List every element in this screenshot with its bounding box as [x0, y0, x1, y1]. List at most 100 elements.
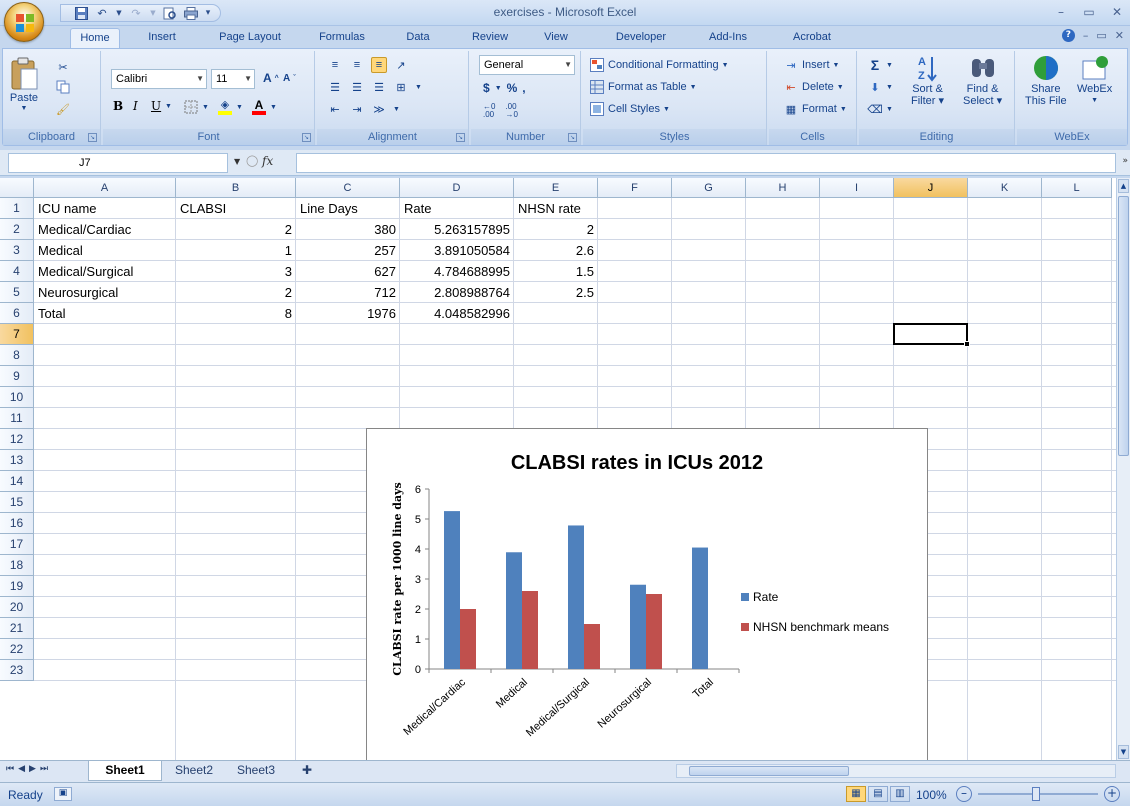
- tab-developer[interactable]: Developer: [604, 28, 678, 48]
- align-center-icon[interactable]: ☰: [349, 79, 365, 95]
- column-header-g[interactable]: G: [672, 178, 746, 198]
- align-bottom-icon[interactable]: ≡: [371, 57, 387, 73]
- italic-button[interactable]: I: [133, 99, 138, 113]
- minimize-icon[interactable]: –: [1052, 3, 1070, 21]
- row-header-17[interactable]: 17: [0, 534, 34, 555]
- autosum-button[interactable]: Σ ▼: [867, 57, 893, 73]
- copy-button[interactable]: [55, 79, 71, 95]
- increase-indent-icon[interactable]: ⇥: [349, 101, 365, 117]
- tab-formulas[interactable]: Formulas: [314, 28, 370, 48]
- help-icon[interactable]: ?: [1061, 29, 1075, 42]
- cell-d1[interactable]: Rate: [400, 198, 514, 219]
- row-header-19[interactable]: 19: [0, 576, 34, 597]
- sheet-tab-sheet1[interactable]: Sheet1: [88, 761, 162, 781]
- cell-d4[interactable]: 4.784688995: [400, 261, 514, 282]
- maximize-icon[interactable]: ▭: [1080, 3, 1098, 21]
- increase-decimal-button[interactable]: ←0.00: [483, 103, 495, 119]
- cell-c1[interactable]: Line Days: [296, 198, 400, 219]
- select-all-corner[interactable]: [0, 178, 34, 198]
- zoom-out-icon[interactable]: –: [956, 786, 972, 802]
- scroll-down-icon[interactable]: ▼: [1118, 745, 1129, 759]
- decrease-decimal-button[interactable]: .00 →0: [505, 103, 517, 119]
- row-header-11[interactable]: 11: [0, 408, 34, 429]
- column-header-i[interactable]: I: [820, 178, 894, 198]
- alignment-launcher-icon[interactable]: ↘: [456, 133, 465, 142]
- font-launcher-icon[interactable]: ↘: [302, 133, 311, 142]
- row-header-16[interactable]: 16: [0, 513, 34, 534]
- sheet-tab-sheet3[interactable]: Sheet3: [226, 761, 286, 781]
- row-header-7[interactable]: 7: [0, 324, 34, 345]
- cell-b3[interactable]: 1: [176, 240, 296, 261]
- clipboard-launcher-icon[interactable]: ↘: [88, 133, 97, 142]
- page-layout-view-icon[interactable]: ▤: [868, 786, 888, 802]
- row-header-2[interactable]: 2: [0, 219, 34, 240]
- cell-a4[interactable]: Medical/Surgical: [34, 261, 176, 282]
- paste-button[interactable]: Paste ▼: [9, 57, 39, 112]
- decrease-indent-icon[interactable]: ⇤: [327, 101, 343, 117]
- zoom-level[interactable]: 100%: [916, 788, 947, 802]
- vertical-scrollbar[interactable]: ▲ ▼: [1116, 178, 1130, 760]
- row-header-8[interactable]: 8: [0, 345, 34, 366]
- align-top-icon[interactable]: ≡: [327, 57, 343, 73]
- column-header-j[interactable]: J: [894, 178, 968, 198]
- formula-input[interactable]: [296, 153, 1116, 173]
- bold-button[interactable]: B: [113, 99, 123, 113]
- cell-b4[interactable]: 3: [176, 261, 296, 282]
- cell-d5[interactable]: 2.808988764: [400, 282, 514, 303]
- insert-sheet-icon[interactable]: ✚: [290, 761, 324, 781]
- scroll-up-icon[interactable]: ▲: [1118, 179, 1129, 193]
- tab-view[interactable]: View: [536, 28, 576, 48]
- borders-button[interactable]: ▼: [183, 99, 209, 115]
- column-header-l[interactable]: L: [1042, 178, 1112, 198]
- cell-a6[interactable]: Total: [34, 303, 176, 324]
- column-header-d[interactable]: D: [400, 178, 514, 198]
- row-header-10[interactable]: 10: [0, 387, 34, 408]
- vertical-scroll-thumb[interactable]: [1118, 196, 1129, 456]
- fill-color-button[interactable]: ◈ ▼: [217, 99, 243, 115]
- underline-dropdown-icon[interactable]: ▼: [165, 103, 172, 110]
- cell-a5[interactable]: Neurosurgical: [34, 282, 176, 303]
- name-box-dropdown-icon[interactable]: ▼: [234, 157, 240, 166]
- cell-c3[interactable]: 257: [296, 240, 400, 261]
- column-header-f[interactable]: F: [598, 178, 672, 198]
- currency-button[interactable]: $: [483, 81, 490, 95]
- cell-c6[interactable]: 1976: [296, 303, 400, 324]
- cell-b2[interactable]: 2: [176, 219, 296, 240]
- tab-insert[interactable]: Insert: [140, 28, 184, 48]
- row-header-9[interactable]: 9: [0, 366, 34, 387]
- cell-styles-button[interactable]: Cell Styles ▼: [589, 101, 670, 117]
- cell-e2[interactable]: 2: [514, 219, 598, 240]
- macro-record-icon[interactable]: ▣: [54, 787, 72, 801]
- underline-button[interactable]: U: [151, 99, 161, 113]
- minimize-workbook-icon[interactable]: –: [1083, 29, 1089, 42]
- row-header-22[interactable]: 22: [0, 639, 34, 660]
- number-format-select[interactable]: General ▼: [479, 55, 575, 75]
- row-header-1[interactable]: 1: [0, 198, 34, 219]
- row-header-5[interactable]: 5: [0, 282, 34, 303]
- cell-d3[interactable]: 3.891050584: [400, 240, 514, 261]
- comma-button[interactable]: ,: [522, 81, 525, 95]
- cut-button[interactable]: ✂: [55, 59, 71, 75]
- zoom-slider-thumb[interactable]: [1032, 787, 1040, 801]
- format-cells-button[interactable]: ▦ Format ▼: [783, 101, 847, 117]
- clear-button[interactable]: ⌫ ▼: [867, 101, 893, 117]
- cell-a3[interactable]: Medical: [34, 240, 176, 261]
- cell-b5[interactable]: 2: [176, 282, 296, 303]
- column-header-e[interactable]: E: [514, 178, 598, 198]
- close-icon[interactable]: ✕: [1108, 3, 1126, 21]
- column-header-b[interactable]: B: [176, 178, 296, 198]
- cell-e3[interactable]: 2.6: [514, 240, 598, 261]
- cell-e1[interactable]: NHSN rate: [514, 198, 598, 219]
- cell-e5[interactable]: 2.5: [514, 282, 598, 303]
- row-header-18[interactable]: 18: [0, 555, 34, 576]
- column-header-c[interactable]: C: [296, 178, 400, 198]
- font-size-select[interactable]: 11 ▼: [211, 69, 255, 89]
- wrap-text-icon[interactable]: ≫: [371, 101, 387, 117]
- normal-view-icon[interactable]: ▦: [846, 786, 866, 802]
- percent-button[interactable]: %: [507, 81, 518, 95]
- expand-formula-bar-icon[interactable]: »: [1122, 156, 1128, 166]
- row-header-12[interactable]: 12: [0, 429, 34, 450]
- row-header-23[interactable]: 23: [0, 660, 34, 681]
- merge-center-icon[interactable]: ⊞: [393, 79, 409, 95]
- horizontal-scrollbar[interactable]: [676, 764, 1116, 778]
